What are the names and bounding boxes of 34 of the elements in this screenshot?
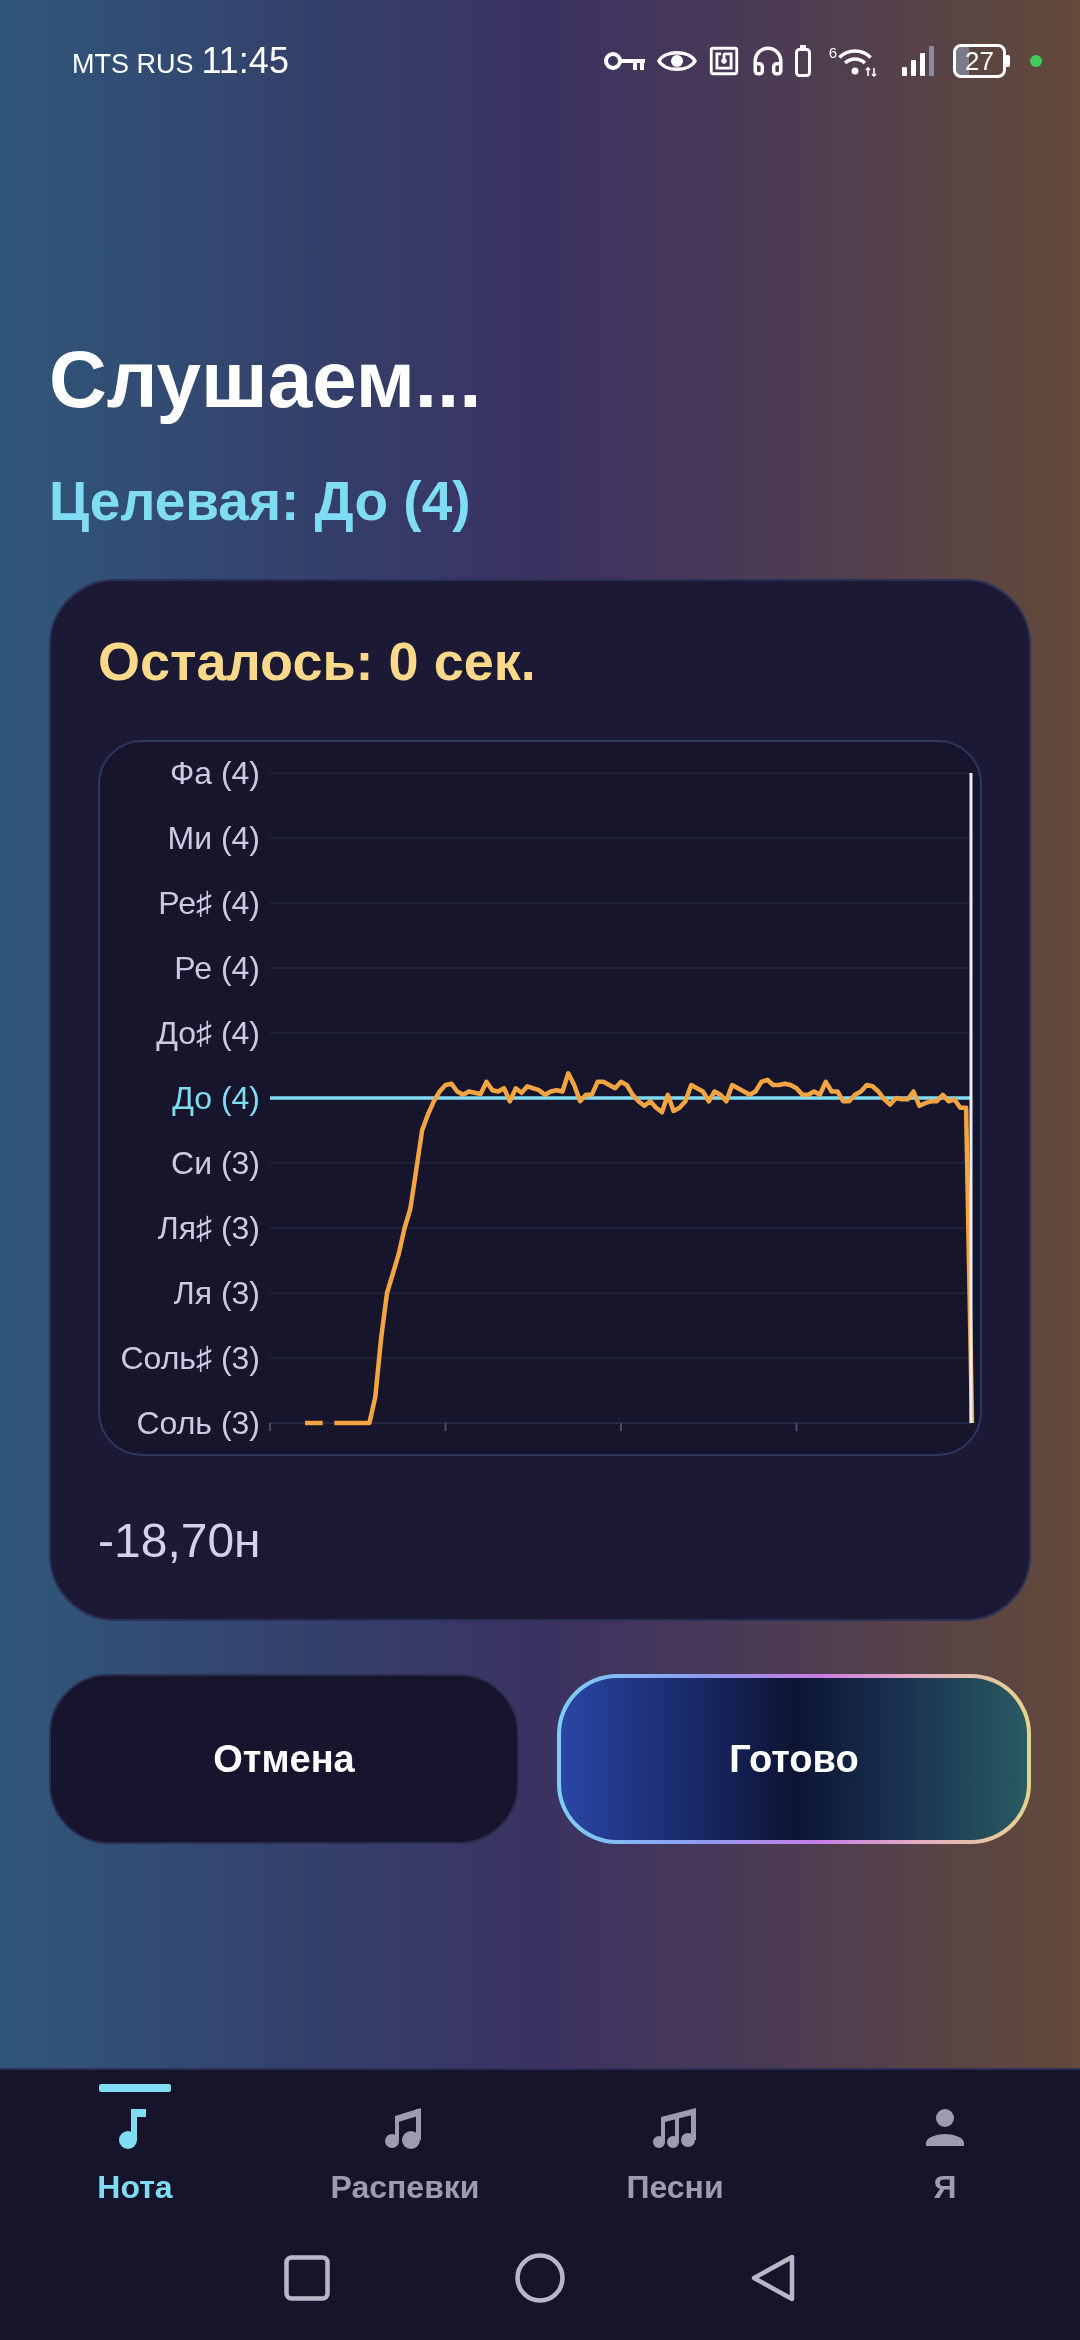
- countdown-text: Осталось: 0 сек.: [98, 630, 537, 692]
- axis-label: Ля♯ (3): [157, 1210, 260, 1246]
- done-button[interactable]: Готово: [557, 1674, 1031, 1844]
- axis-label: Си (3): [171, 1145, 260, 1181]
- battery-icon: [794, 45, 811, 77]
- wifi-standard-label: 6: [828, 45, 838, 60]
- nav-tab[interactable]: Песни: [540, 2070, 810, 2206]
- carrier-label: MTS RUS: [72, 48, 194, 81]
- clock-time: 11:45: [201, 39, 289, 83]
- nav-tab[interactable]: Я: [810, 2070, 1080, 2206]
- page-title: Слушаем...: [49, 334, 483, 426]
- axis-label: Фа (4): [169, 755, 260, 791]
- axis-label: Ми (4): [167, 820, 260, 856]
- axis-label: Соль♯ (3): [120, 1340, 260, 1376]
- battery-indicator: 27: [953, 44, 1010, 78]
- cancel-button[interactable]: Отмена: [49, 1674, 519, 1844]
- nav-tab[interactable]: Нота: [0, 2070, 270, 2206]
- headphones-icon: [750, 44, 785, 78]
- deviation-value: -18,70н: [98, 1513, 262, 1569]
- axis-label: До (4): [172, 1080, 260, 1116]
- axis-label: До♯ (4): [156, 1015, 260, 1051]
- axis-label: Ре (4): [174, 950, 260, 986]
- eye-icon: [656, 48, 697, 74]
- tab-indicator: [99, 2084, 171, 2092]
- axis-label: Ре♯ (4): [158, 885, 260, 921]
- nav-tab[interactable]: Распевки: [270, 2070, 540, 2206]
- axis-label: Ля (3): [173, 1275, 260, 1311]
- square-icon[interactable]: [284, 2255, 330, 2301]
- circle-icon[interactable]: [515, 2253, 565, 2303]
- triangle-icon[interactable]: [750, 2253, 796, 2303]
- target-note-label: Целевая: До (4): [49, 470, 472, 532]
- key-icon: [602, 50, 647, 72]
- axis-label: Соль (3): [136, 1405, 260, 1441]
- signal-icon: [901, 45, 936, 77]
